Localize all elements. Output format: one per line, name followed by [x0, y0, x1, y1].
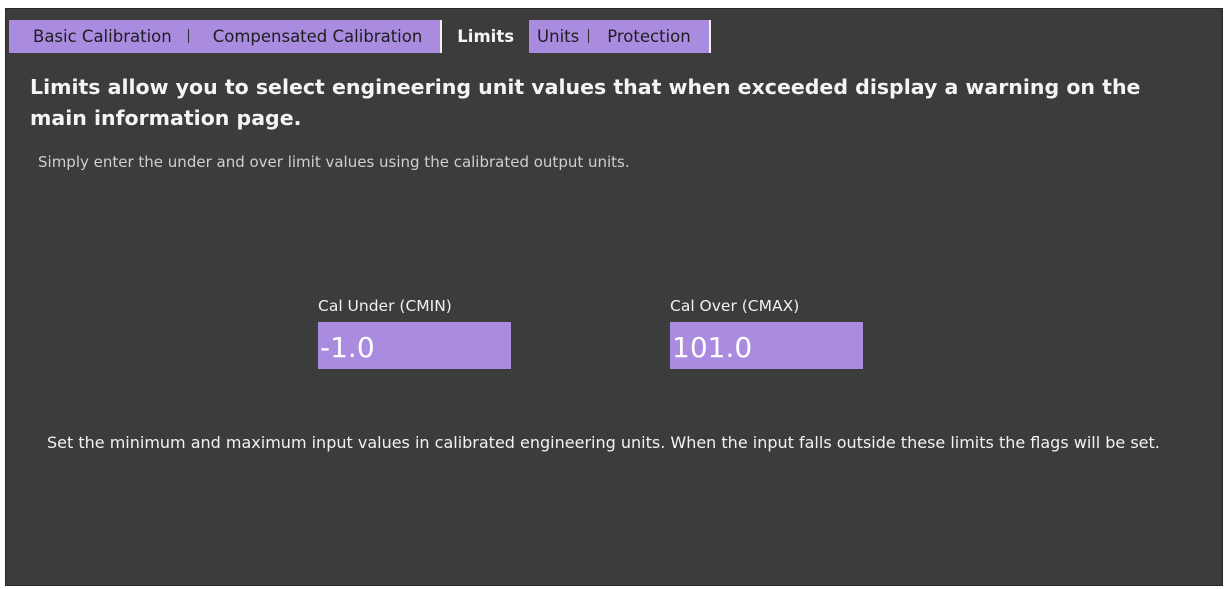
cal-under-label: Cal Under (CMIN): [318, 297, 452, 315]
tab-group-settings: Units Protection: [529, 20, 711, 53]
limits-help-text: Set the minimum and maximum input values…: [47, 433, 1160, 452]
cal-over-input[interactable]: [670, 322, 863, 369]
app-window: Basic Calibration Compensated Calibratio…: [0, 0, 1225, 589]
page-headline: Limits allow you to select engineering u…: [30, 75, 1141, 130]
cal-under-field: Cal Under (CMIN): [318, 297, 511, 369]
cal-over-field: Cal Over (CMAX): [670, 297, 863, 369]
tab-protection-label: Protection: [607, 27, 691, 46]
tab-bar: Basic Calibration Compensated Calibratio…: [9, 18, 711, 53]
tab-group-calibration: Basic Calibration Compensated Calibratio…: [9, 20, 443, 53]
tab-limits[interactable]: Limits: [442, 18, 530, 53]
tab-compensated-calibration[interactable]: Compensated Calibration: [188, 20, 441, 53]
tab-units[interactable]: Units: [529, 20, 589, 53]
tab-basic-calibration[interactable]: Basic Calibration: [9, 20, 188, 53]
tab-protection[interactable]: Protection: [589, 20, 709, 53]
cal-over-label: Cal Over (CMAX): [670, 297, 800, 315]
cal-under-input[interactable]: [318, 322, 511, 369]
page-subtext: Simply enter the under and over limit va…: [38, 153, 630, 171]
tab-basic-calibration-label: Basic Calibration: [33, 27, 172, 46]
tab-units-label: Units: [537, 27, 580, 46]
tab-limits-label: Limits: [457, 27, 515, 46]
tab-compensated-calibration-label: Compensated Calibration: [212, 27, 423, 46]
